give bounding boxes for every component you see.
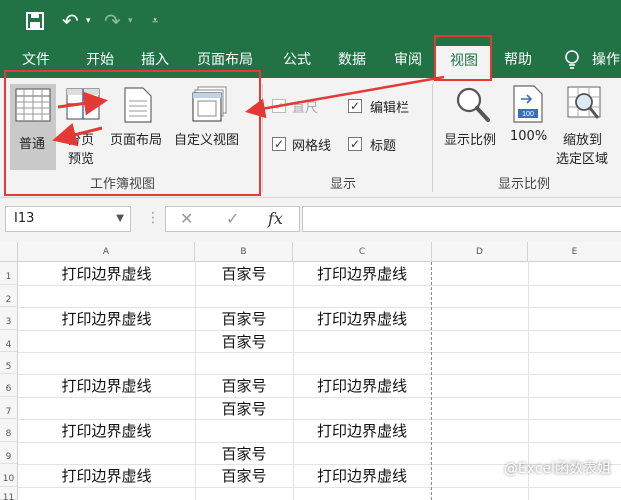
annotation-arrow xyxy=(52,122,103,147)
excel-window: { "quick_access": { "save_icon": "save-i… xyxy=(0,0,621,500)
annotation-arrows xyxy=(52,75,445,147)
annotation-arrow xyxy=(245,75,445,119)
annotation-arrow xyxy=(57,91,108,116)
watermark: @Excel函数表姐 xyxy=(503,461,611,477)
